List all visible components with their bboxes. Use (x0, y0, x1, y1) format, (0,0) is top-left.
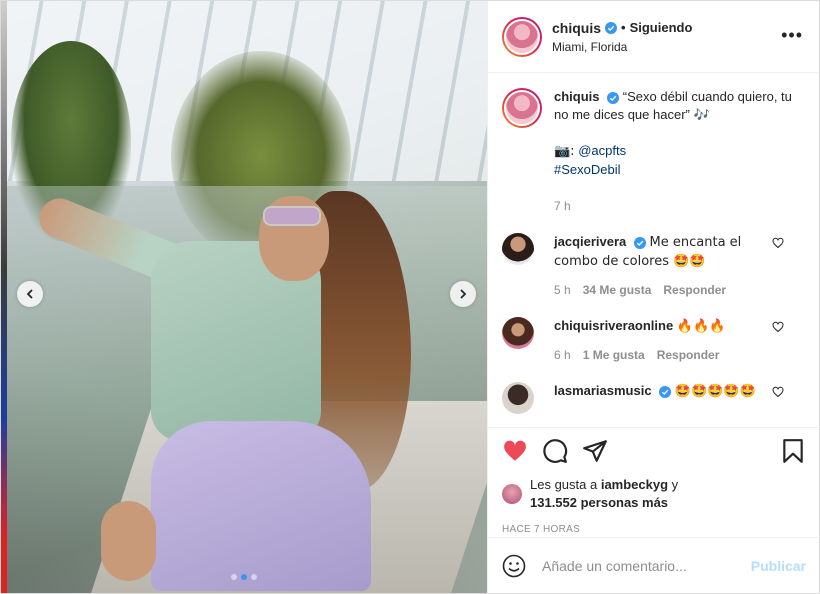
smiley-icon[interactable] (502, 554, 526, 578)
post-sidebar: chiquis • Siguiendo Miami, Florida ••• c… (487, 1, 820, 593)
share-icon[interactable] (582, 438, 608, 464)
likes-conj: y (671, 477, 679, 492)
comment-input[interactable] (542, 557, 751, 574)
verified-icon (659, 385, 672, 398)
comment-icon[interactable] (542, 438, 568, 464)
heart-icon (772, 321, 784, 333)
hashtag-link[interactable]: #SexoDebil (554, 161, 806, 179)
caption-avatar[interactable] (502, 88, 542, 128)
comment-username[interactable]: jacqierivera (554, 234, 626, 249)
post-location[interactable]: Miami, Florida (552, 40, 692, 54)
comment-likes[interactable]: 34 Me gusta (583, 281, 652, 299)
like-comment-button[interactable] (772, 237, 784, 249)
comment-item: lasmariasmusic 🤩🤩🤩🤩🤩 (502, 382, 806, 414)
verified-icon (605, 21, 618, 34)
chevron-right-icon (460, 289, 467, 299)
carousel-indicator (231, 574, 257, 580)
like-comment-button[interactable] (772, 386, 784, 398)
comment-username[interactable]: chiquisriveraonline (554, 318, 673, 333)
reply-button[interactable]: Responder (657, 346, 720, 364)
post-photo[interactable] (1, 1, 487, 593)
comment-text: 🤩🤩🤩🤩🤩 (674, 384, 756, 399)
like-comment-button[interactable] (772, 321, 784, 333)
likes-summary: Les gusta a iambeckyg y 131.552 personas… (502, 476, 806, 512)
comment-text: 🔥🔥🔥 (676, 319, 726, 334)
publish-button[interactable]: Publicar (751, 558, 806, 574)
more-icon: ••• (781, 25, 803, 45)
instagram-post: chiquis • Siguiendo Miami, Florida ••• c… (0, 0, 820, 594)
photo-left-edge (1, 1, 7, 593)
post-timestamp[interactable]: HACE 7 HORAS (502, 524, 806, 535)
commenter-avatar[interactable] (502, 233, 534, 265)
photo-pants (151, 421, 371, 591)
commenter-avatar[interactable] (502, 317, 534, 349)
following-button[interactable]: Siguiendo (630, 20, 693, 35)
next-photo-button[interactable] (450, 281, 476, 307)
post-caption: chiquis “Sexo débil cuando quiero, tu no… (502, 88, 806, 215)
separator-dot: • (621, 20, 626, 35)
commenter-avatar[interactable] (502, 382, 534, 414)
author-username[interactable]: chiquis (552, 20, 601, 36)
caption-username[interactable]: chiquis (554, 89, 600, 104)
comment-username[interactable]: lasmariasmusic (554, 383, 652, 398)
heart-icon (772, 386, 784, 398)
liker-username[interactable]: iambeckyg (601, 477, 668, 492)
add-comment-bar: Publicar (488, 537, 820, 593)
photo-hand (101, 501, 156, 581)
bookmark-icon[interactable] (780, 438, 806, 464)
author-avatar[interactable] (502, 16, 542, 57)
post-actions: Les gusta a iambeckyg y 131.552 personas… (488, 427, 820, 535)
mention-link[interactable]: @acpfts (578, 143, 626, 158)
heart-icon (772, 237, 784, 249)
comment-time[interactable]: 5 h (554, 281, 571, 299)
likes-prefix: Les gusta a (530, 477, 598, 492)
photo-sunglasses (263, 206, 321, 226)
comments-list: chiquis “Sexo débil cuando quiero, tu no… (488, 74, 820, 426)
liker-avatar[interactable] (502, 484, 522, 504)
camera-credit: 📷: (554, 144, 575, 159)
caption-time[interactable]: 7 h (554, 197, 806, 215)
reply-button[interactable]: Responder (663, 281, 726, 299)
comment-time[interactable]: 6 h (554, 346, 571, 364)
carousel-dot (231, 574, 237, 580)
verified-icon (633, 236, 646, 249)
comment-likes[interactable]: 1 Me gusta (583, 346, 645, 364)
carousel-dot (251, 574, 257, 580)
previous-photo-button[interactable] (17, 281, 43, 307)
verified-icon (607, 91, 620, 104)
carousel-dot-active (241, 574, 247, 580)
post-header: chiquis • Siguiendo Miami, Florida ••• (488, 1, 819, 73)
chevron-left-icon (26, 289, 33, 299)
comment-item: chiquisriveraonline 🔥🔥🔥 6 h 1 Me gusta R… (502, 317, 806, 364)
more-options-button[interactable]: ••• (781, 25, 803, 46)
comment-item: jacqierivera Me encanta el combo de colo… (502, 233, 806, 299)
likes-count[interactable]: 131.552 personas más (530, 495, 668, 510)
heart-icon[interactable] (502, 438, 528, 464)
